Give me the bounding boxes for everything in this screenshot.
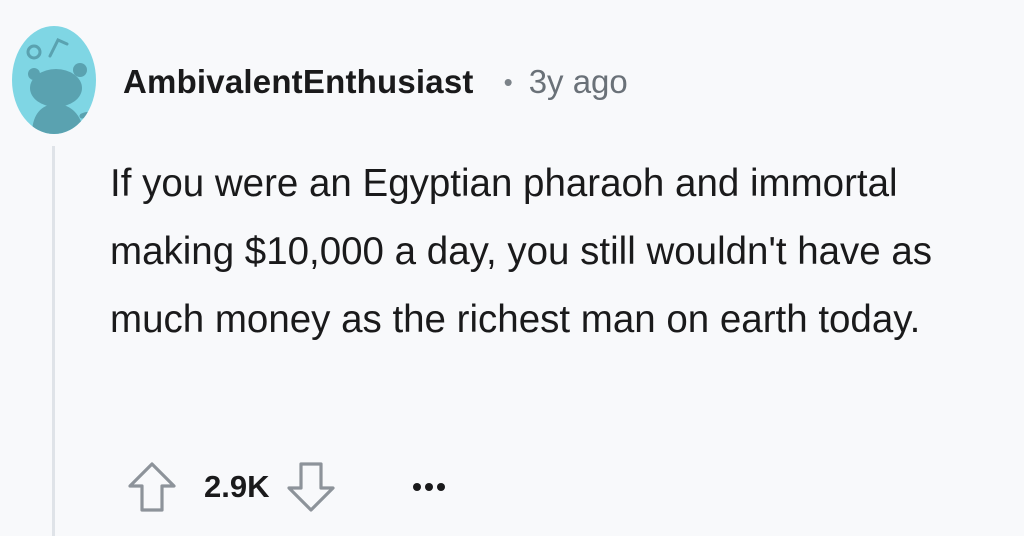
meta-separator: • xyxy=(503,66,513,97)
downvote-arrow-icon xyxy=(287,462,336,512)
upvote-button[interactable] xyxy=(124,458,180,516)
upvote-arrow-icon xyxy=(128,462,176,512)
avatar[interactable] xyxy=(12,26,96,134)
vote-score: 2.9K xyxy=(204,469,270,504)
comment-body: If you were an Egyptian pharaoh and immo… xyxy=(110,162,933,341)
comment-header: AmbivalentEnthusiast • 3y ago xyxy=(123,57,628,107)
snoo-avatar-icon xyxy=(12,26,96,134)
comment-timestamp: 3y ago xyxy=(528,63,628,100)
thread-line[interactable] xyxy=(52,146,55,536)
more-options-icon xyxy=(413,483,446,491)
comment: AmbivalentEnthusiast • 3y ago If you wer… xyxy=(0,0,1024,536)
more-options-button[interactable] xyxy=(399,458,459,516)
downvote-button[interactable] xyxy=(283,458,339,516)
author-username[interactable]: AmbivalentEnthusiast xyxy=(123,63,474,101)
comment-actions: 2.9K xyxy=(124,458,459,516)
